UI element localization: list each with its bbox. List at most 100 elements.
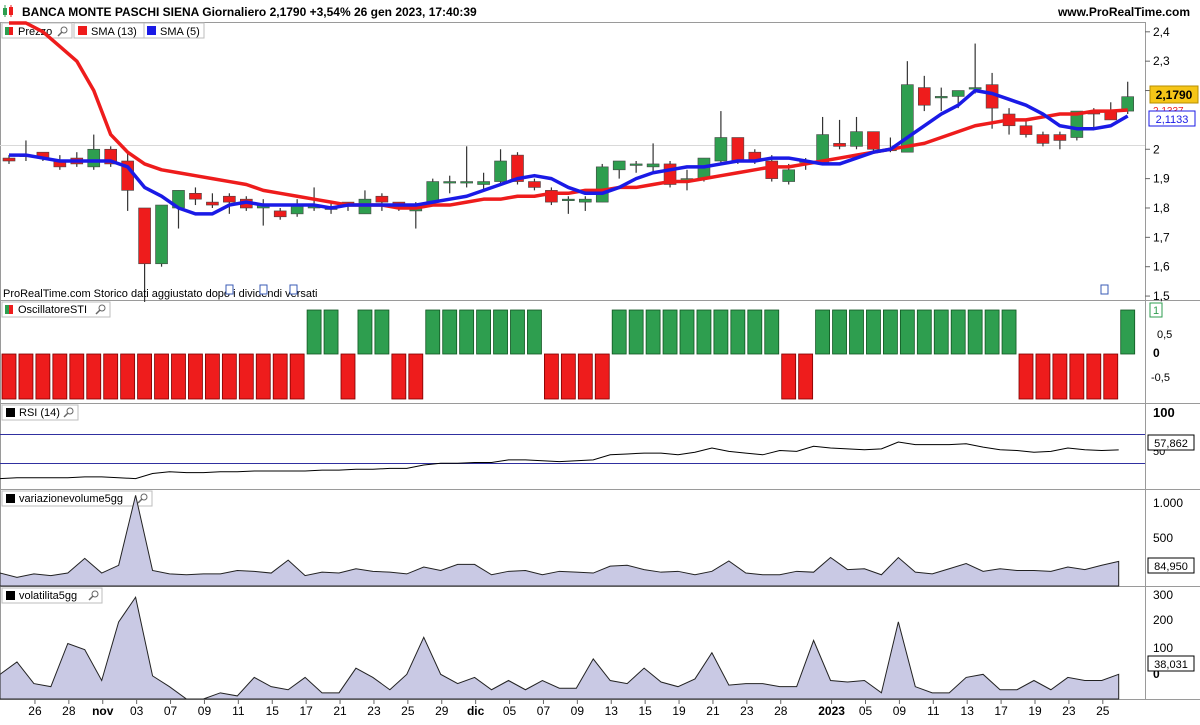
chart-canvas: BANCA MONTE PASCHI SIENA Giornaliero 2,1… [0,0,1200,718]
x-tick-label: 07 [164,704,178,718]
osc-bar-up [476,309,492,355]
osc-bar-up [306,309,322,355]
candle-body [850,131,863,147]
osc-bar-down [1086,353,1102,400]
osc-bar-up [696,309,712,355]
candle-body [223,195,236,203]
osc-bar-down [408,353,424,400]
x-tick-label: 25 [1096,704,1110,718]
candle-body [612,160,626,171]
rsi-tick-100: 100 [1153,405,1175,420]
osc-bar-up [510,309,525,355]
osc-bar-down [594,353,610,400]
osc-bar-up [1120,309,1136,355]
x-tick-label: 05 [859,704,873,718]
osc-bar-up [815,309,830,355]
osc-bar-down [137,353,153,400]
osc-bar-up [425,309,441,355]
osc-bar-up [357,309,373,355]
osc-bar-down [544,353,559,400]
osc-bar-down [103,353,119,400]
x-tick-label: 19 [672,704,686,718]
osc-bar-down [18,353,34,400]
x-tick-label: 28 [774,704,788,718]
sma5-value-label: 2,1133 [1156,114,1189,126]
osc-bar-down [1,353,17,400]
candle-body [951,90,965,97]
candle-body [562,198,575,201]
volat-tick-100: 100 [1153,641,1173,655]
vol-title: variazionevolume5gg [19,493,123,505]
osc-bar-up [611,309,627,355]
x-tick-label: 2023 [818,704,845,718]
osc-bar-down [52,353,68,400]
candle-body [917,87,931,106]
osc-bar-up [628,309,644,355]
x-tick-label: 17 [299,704,313,718]
x-tick-label: 07 [537,704,551,718]
osc-bar-up [730,309,746,355]
site-url[interactable]: www.ProRealTime.com [1057,5,1190,19]
osc-bar-up [933,309,949,355]
price-tick-label: 1,5 [1153,289,1170,303]
volat-value-label: 38,031 [1154,659,1188,671]
osc-bar-up [950,309,966,355]
osc-bar-up [916,309,932,355]
price-tick-label: 1,9 [1153,172,1170,186]
legend-sma5-label: SMA (5) [160,26,200,38]
candle-body [494,160,507,182]
osc-bar-down [781,353,797,400]
osc-y-axis: 1 0,5 0 -0,5 [1149,302,1172,384]
x-tick-label: 21 [333,704,347,718]
x-tick-label: 09 [571,704,585,718]
vol-tick-1000: 1.000 [1153,496,1183,510]
dividend-icon[interactable] [225,284,1109,295]
x-tick-label: 23 [740,704,754,718]
vol-value-label: 84,950 [1154,561,1188,573]
osc-bar-up [883,309,898,355]
price-tick-label: 2,4 [1153,25,1170,39]
osc-bar-up [899,309,915,355]
candle-body [629,163,643,166]
osc-bar-down [289,353,305,400]
osc-bar-up [967,309,983,355]
candle-body [273,210,287,218]
candle-body [1019,125,1033,135]
osc-bar-down [391,353,407,400]
sma-layer [9,21,1129,216]
osc-bar-down [340,353,356,400]
x-tick-label: 23 [1062,704,1076,718]
osc-bar-up [323,309,339,355]
osc-bar-down [86,353,102,400]
osc-bar-down [255,353,271,400]
osc-bar-up [713,309,729,355]
osc-bar-down [238,353,254,400]
candle-body [578,198,592,203]
osc-tick-05: 0,5 [1157,329,1172,341]
osc-bar-down [221,353,237,400]
osc-bar-down [204,353,220,400]
volat-title: volatilita5gg [19,590,77,602]
price-tick-label: 1,7 [1153,230,1170,244]
price-tick-label: 1,8 [1153,201,1170,215]
candle-body [731,137,745,162]
square-icon [6,494,15,503]
candle-body [714,137,728,162]
osc-bar-down [798,353,814,400]
candle-body [833,143,846,147]
osc-bar-down [1103,353,1119,400]
x-tick-label: dic [467,704,485,718]
x-tick-label: 25 [401,704,415,718]
candle-body [138,207,151,265]
candle-body [1036,134,1050,144]
x-tick-label: 29 [435,704,449,718]
osc-bar-down [69,353,85,400]
osc-tick-neg05: -0,5 [1151,372,1170,384]
price-footer-note: ProRealTime.com Storico dati aggiustato … [3,288,317,300]
osc-tick-1: 1 [1153,305,1159,317]
candle-body [2,157,16,162]
price-tick-label: 2,3 [1153,54,1170,68]
x-tick-label: 09 [893,704,907,718]
vol-area [0,495,1120,587]
osc-bars-layer [1,309,1136,400]
